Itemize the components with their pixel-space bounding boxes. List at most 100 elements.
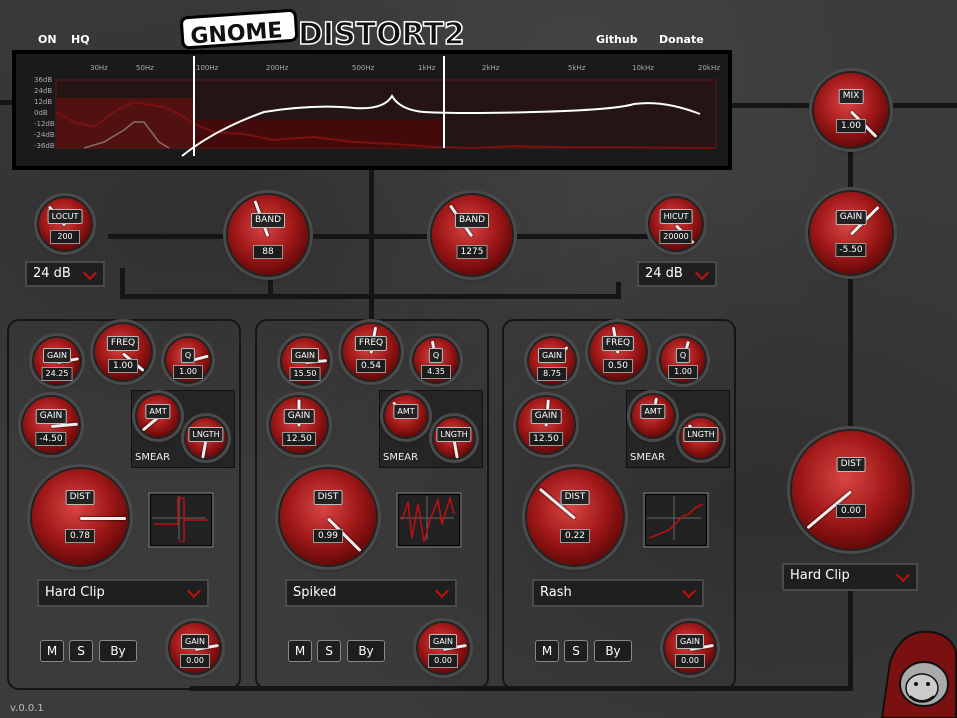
donate-link[interactable]: Donate <box>659 33 704 46</box>
band2-q-knob[interactable]: Q 4.35 <box>414 338 458 382</box>
knob-value: 24.25 <box>41 366 73 381</box>
band2-type-select[interactable]: Spiked <box>285 579 457 607</box>
band2-freq-knob[interactable]: FREQ 0.54 <box>343 324 399 380</box>
band3-output-gain-knob[interactable]: GAIN 0.00 <box>665 623 715 673</box>
band3-smear-amt-knob[interactable]: AMT <box>632 395 674 437</box>
band1-freq-knob[interactable]: FREQ 1.00 <box>95 324 151 380</box>
band1-solo-button[interactable]: S <box>69 640 93 662</box>
knob-label: Q <box>428 347 444 363</box>
knob-value: -4.50 <box>35 431 67 446</box>
waveshaper-scope <box>643 492 709 548</box>
band1-output-gain-knob[interactable]: GAIN 0.00 <box>170 623 220 673</box>
knob-value: 0.22 <box>560 528 590 543</box>
band3-mute-button[interactable]: M <box>535 640 559 662</box>
wire <box>848 270 853 430</box>
knob-value: 1.00 <box>108 358 138 373</box>
db-tick-label: 24dB <box>34 87 53 95</box>
on-toggle[interactable]: ON <box>38 33 57 46</box>
smear-label: SMEAR <box>630 452 666 463</box>
locut-slope-select[interactable]: 24 dB <box>25 261 105 287</box>
knob-label: HICUT <box>659 209 693 225</box>
freq-tick-label: 100Hz <box>196 64 219 72</box>
knob-label: BAND <box>251 212 285 228</box>
hicut-slope-select[interactable]: 24 dB <box>637 261 717 287</box>
band2-pregain-knob[interactable]: GAIN 12.50 <box>271 397 327 453</box>
knob-label: GAIN <box>290 348 320 364</box>
knob-value: 4.35 <box>421 365 451 380</box>
knob-label: AMT <box>640 404 666 420</box>
freq-tick-label: 10kHz <box>632 64 654 72</box>
knob-value: 12.50 <box>529 431 563 446</box>
output-dist-knob[interactable]: DIST 0.00 <box>792 431 910 549</box>
hicut-knob[interactable]: HICUT 20000 <box>650 198 702 250</box>
spectrum-analyzer[interactable]: 30Hz 50Hz 100Hz 200Hz 500Hz 1kHz 2kHz 5kHz 10kHz… <box>12 50 732 170</box>
band2-gain-knob[interactable]: GAIN 15.50 <box>282 338 328 384</box>
hq-toggle[interactable]: HQ <box>71 33 90 46</box>
knob-label: Q <box>675 347 691 363</box>
knob-label: GAIN <box>180 634 210 649</box>
knob-label: GAIN <box>42 348 72 364</box>
band3-dist-knob[interactable]: DIST 0.22 <box>527 469 623 565</box>
hicut-slope-value: 24 dB <box>645 266 683 281</box>
knob-value: 0.00 <box>675 654 705 668</box>
locut-slope-value: 24 dB <box>33 266 71 281</box>
knob-value: 8.75 <box>537 366 567 381</box>
wire <box>120 294 620 299</box>
github-link[interactable]: Github <box>596 33 638 46</box>
knob-label: GAIN <box>675 634 705 649</box>
band1-q-knob[interactable]: Q 1.00 <box>166 338 210 382</box>
band3-freq-knob[interactable]: FREQ 0.50 <box>590 324 646 380</box>
band3-solo-button[interactable]: S <box>564 640 588 662</box>
knob-label: GAIN <box>283 409 315 425</box>
band2-solo-button[interactable]: S <box>317 640 341 662</box>
band1-mute-button[interactable]: M <box>40 640 64 662</box>
knob-value: 15.50 <box>289 366 321 381</box>
band3-gain-knob[interactable]: GAIN 8.75 <box>529 338 575 384</box>
band1-pregain-knob[interactable]: GAIN -4.50 <box>23 397 79 453</box>
band1-smear-length-knob[interactable]: LNGTH <box>186 418 226 459</box>
freq-tick-label: 30Hz <box>90 64 108 72</box>
band1-type-select[interactable]: Hard Clip <box>37 579 209 607</box>
mix-knob[interactable]: MIX 1.00 <box>814 73 888 147</box>
knob-value: 88 <box>253 244 283 259</box>
knob-label: GAIN <box>835 210 867 226</box>
band3-type-select[interactable]: Rash <box>532 579 704 607</box>
chevron-down-icon <box>82 265 98 281</box>
knob-label: LNGTH <box>188 426 224 442</box>
knob-label: GAIN <box>537 348 567 364</box>
output-type-select[interactable]: Hard Clip <box>782 563 918 591</box>
band2-knob[interactable]: BAND 1275 <box>432 195 512 275</box>
band1-smear-amt-knob[interactable]: AMT <box>137 395 179 437</box>
knob-label: GAIN <box>530 409 562 425</box>
knob-indicator <box>80 517 127 520</box>
knob-label: GAIN <box>35 409 67 425</box>
band2-smear-length-knob[interactable]: LNGTH <box>434 418 474 459</box>
knob-value: 200 <box>50 230 80 245</box>
knob-label: FREQ <box>601 336 635 352</box>
output-type-value: Hard Clip <box>790 568 850 583</box>
band1-dist-knob[interactable]: DIST 0.78 <box>32 469 128 565</box>
band1-bypass-button[interactable]: By <box>99 640 137 662</box>
band2-mute-button[interactable]: M <box>288 640 312 662</box>
knob-value: 0.50 <box>603 358 633 373</box>
band1-knob[interactable]: BAND 88 <box>228 195 308 275</box>
band2-smear-amt-knob[interactable]: AMT <box>385 395 427 437</box>
band2-dist-knob[interactable]: DIST 0.99 <box>280 469 376 565</box>
knob-value: 12.50 <box>282 431 316 446</box>
output-gain-knob[interactable]: GAIN -5.50 <box>810 192 892 274</box>
band1-gain-knob[interactable]: GAIN 24.25 <box>34 338 80 384</box>
knob-label: AMT <box>393 404 419 420</box>
gnome-mascot <box>880 630 957 718</box>
chevron-down-icon <box>895 567 911 583</box>
locut-knob[interactable]: LOCUT 200 <box>39 198 91 250</box>
band3-bypass-button[interactable]: By <box>594 640 632 662</box>
band3-pregain-knob[interactable]: GAIN 12.50 <box>518 397 574 453</box>
band2-bypass-button[interactable]: By <box>347 640 385 662</box>
band3-smear-length-knob[interactable]: LNGTH <box>681 418 721 458</box>
knob-label: DIST <box>836 456 866 472</box>
knob-label: MIX <box>838 89 864 105</box>
band2-output-gain-knob[interactable]: GAIN 0.00 <box>418 623 468 673</box>
band3-q-knob[interactable]: Q 1.00 <box>661 338 705 382</box>
logo-distort: DISTORT2 <box>298 17 465 50</box>
knob-value: 1.00 <box>668 365 698 380</box>
